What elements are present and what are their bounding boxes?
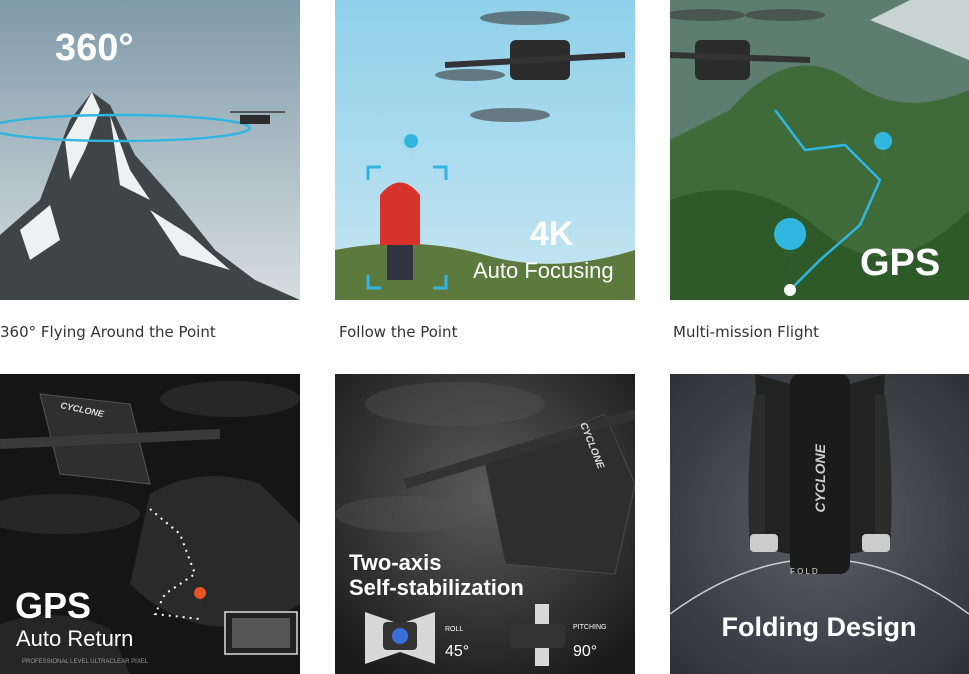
tile-headline-line2: Self-stabilization xyxy=(349,575,524,600)
tile-caption: 360° Flying Around the Point xyxy=(0,323,216,341)
stabilization-scene-image: CYCLONE Two-axis Self-stabilization ROLL… xyxy=(335,374,635,674)
roll-label: ROLL xyxy=(445,626,463,633)
auto-return-scene-image: CYCLONE GPS Auto Return PROFESSIONAL LEV… xyxy=(0,374,300,674)
feature-tile-follow: 4K Auto Focusing xyxy=(335,0,635,300)
roll-value: 45° xyxy=(445,643,469,660)
tile-headline: GPS xyxy=(860,242,940,284)
mountain-scene-image: 360° xyxy=(0,0,300,300)
tile-headline: 4K xyxy=(530,215,574,253)
tile-headline-line1: Two-axis xyxy=(349,550,442,575)
tile-subline: Auto Focusing xyxy=(473,258,614,283)
tile-headline: 360° xyxy=(55,27,134,69)
feature-tile-360: 360° xyxy=(0,0,300,300)
follow-scene-image: 4K Auto Focusing xyxy=(335,0,635,300)
tile-headline: Folding Design xyxy=(722,612,917,642)
pitch-value: 90° xyxy=(573,643,597,660)
tile-headline: GPS xyxy=(15,585,91,626)
feature-tile-auto-return: CYCLONE GPS Auto Return PROFESSIONAL LEV… xyxy=(0,374,300,674)
folding-scene-image: CYCLONE F O L D Folding Design xyxy=(670,374,969,674)
feature-tile-stabilization: CYCLONE Two-axis Self-stabilization ROLL… xyxy=(335,374,635,674)
tile-caption: Multi-mission Flight xyxy=(673,323,819,341)
tile-fineprint: PROFESSIONAL LEVEL ULTRACLEAR PIXEL xyxy=(22,659,149,665)
drone-brand-label: CYCLONE xyxy=(812,443,828,512)
feature-tile-folding: CYCLONE F O L D Folding Design xyxy=(670,374,969,674)
drone-folded-icon: CYCLONE xyxy=(748,374,892,574)
fold-label: F O L D xyxy=(790,567,818,576)
tile-subline: Auto Return xyxy=(16,626,133,651)
tile-caption: Follow the Point xyxy=(339,323,458,341)
feature-tile-multimission: GPS xyxy=(670,0,969,300)
valley-scene-image: GPS xyxy=(670,0,969,300)
pitch-label: PITCHING xyxy=(573,624,606,631)
